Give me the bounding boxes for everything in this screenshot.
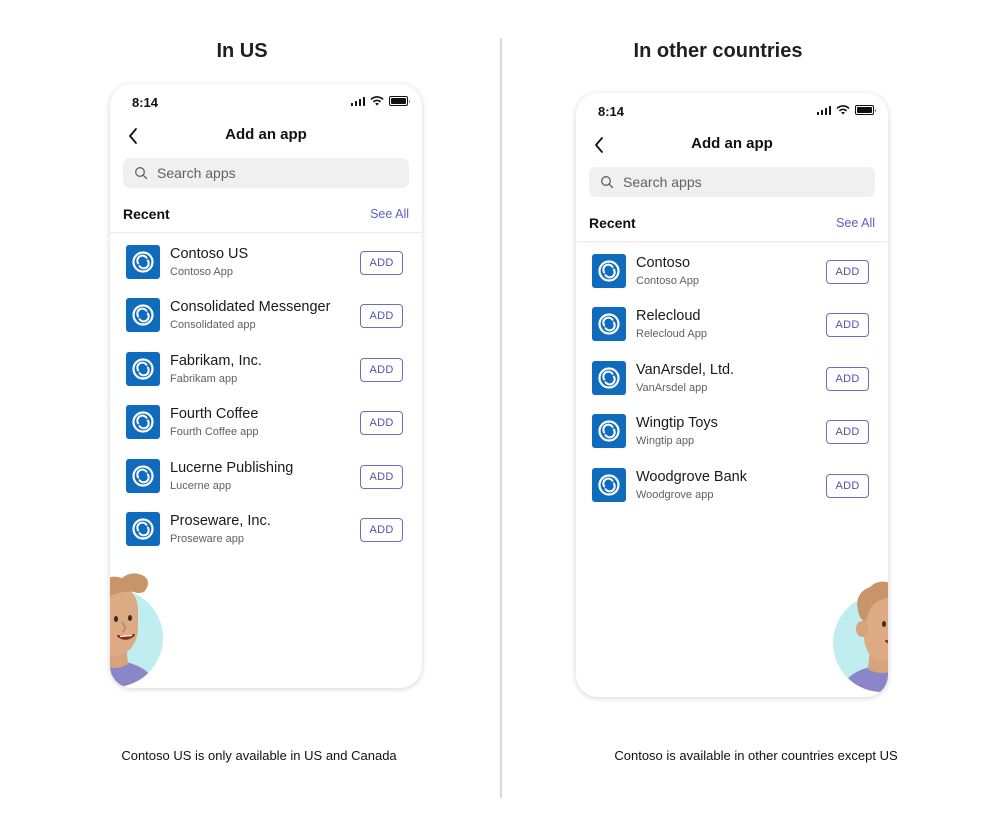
- app-subtitle: Contoso App: [636, 275, 699, 287]
- heading-us: In US: [216, 40, 268, 62]
- status-time: 8:14: [598, 104, 625, 119]
- app-logo-icon: [126, 458, 160, 493]
- search-icon: [135, 167, 148, 180]
- search-input[interactable]: [623, 174, 843, 190]
- recent-section-header: Recent See All: [576, 201, 888, 242]
- add-app-button[interactable]: ADD: [360, 411, 403, 436]
- app-list-item[interactable]: Proseware, Inc. Proseware app ADD: [110, 507, 422, 560]
- app-list-item[interactable]: Woodgrove Bank Woodgrove app ADD: [576, 463, 888, 516]
- status-bar: 8:14: [110, 84, 422, 118]
- cellular-signal-icon: [816, 105, 831, 115]
- app-name: Consolidated Messenger: [170, 299, 331, 316]
- app-list-item[interactable]: Lucerne Publishing Lucerne app ADD: [110, 454, 422, 507]
- app-logo-icon: [126, 511, 160, 546]
- status-icons: [816, 105, 876, 115]
- add-app-button[interactable]: ADD: [360, 464, 403, 489]
- search-icon: [601, 176, 614, 189]
- app-subtitle: Relecloud App: [636, 328, 707, 341]
- app-name: Wingtip Toys: [636, 415, 718, 432]
- search-input[interactable]: [157, 165, 377, 181]
- app-list: Contoso US Contoso App ADD Consolidated Mes…: [110, 233, 422, 560]
- app-logo-icon: [126, 405, 160, 440]
- recent-label: Recent: [123, 206, 170, 222]
- app-logo-icon: [592, 307, 626, 342]
- see-all-link[interactable]: See All: [370, 207, 409, 221]
- app-list-item[interactable]: Contoso Contoso App ADD: [576, 249, 888, 302]
- wifi-icon: [370, 96, 384, 106]
- app-name: Contoso US: [170, 246, 249, 262]
- status-icons: [350, 96, 410, 106]
- status-bar: 8:14: [576, 93, 888, 127]
- nav-bar: Add an app: [576, 127, 888, 167]
- app-name: Fourth Coffee: [170, 406, 259, 423]
- app-logo-icon: [126, 245, 160, 279]
- app-list-item[interactable]: Wingtip Toys Wingtip app ADD: [576, 409, 888, 462]
- app-subtitle: Consolidated app: [170, 319, 256, 332]
- battery-icon: [855, 105, 876, 115]
- phone-other-countries: 8:14 Add an app Recent See All ContosoCo…: [576, 93, 888, 697]
- app-logo-icon: [592, 254, 626, 288]
- wifi-icon: [836, 105, 850, 115]
- app-list-item[interactable]: Fourth Coffee Fourth Coffee app ADD: [110, 400, 422, 453]
- heading-other-countries: In other countries: [633, 40, 803, 62]
- add-app-button[interactable]: ADD: [360, 517, 403, 542]
- add-app-button[interactable]: ADD: [826, 420, 869, 445]
- app-logo-icon: [126, 351, 160, 386]
- app-subtitle: Fabrikam app: [170, 372, 238, 385]
- app-logo-icon: [126, 298, 160, 333]
- app-list-item[interactable]: Fabrikam, Inc. Fabrikam app ADD: [110, 347, 422, 400]
- page-title: Add an app: [691, 135, 773, 152]
- app-logo-icon: [592, 360, 626, 395]
- app-subtitle: Woodgrove app: [636, 488, 714, 501]
- caption-us: Contoso US is only available in US and C…: [121, 748, 397, 763]
- app-list-item[interactable]: Contoso US Contoso App ADD: [110, 240, 422, 293]
- search-box[interactable]: [123, 158, 409, 188]
- app-subtitle: Lucerne app: [170, 479, 232, 492]
- add-app-button[interactable]: ADD: [360, 304, 403, 329]
- app-list-item[interactable]: Consolidated Messenger Consolidated app AD…: [110, 293, 422, 346]
- add-app-button[interactable]: ADD: [826, 473, 869, 498]
- app-subtitle: Contoso App: [170, 266, 233, 278]
- battery-icon: [389, 96, 410, 106]
- add-app-button[interactable]: ADD: [360, 357, 403, 382]
- recent-label: Recent: [589, 215, 636, 231]
- user-avatar-illustration: [110, 573, 163, 687]
- app-logo-icon: [592, 467, 626, 502]
- user-avatar-illustration: [833, 581, 888, 692]
- app-list: Contoso Contoso App ADD Relecloud Relecloud …: [576, 242, 888, 516]
- app-list-item[interactable]: Relecloud Relecloud App ADD: [576, 302, 888, 355]
- status-time: 8:14: [132, 95, 159, 110]
- app-subtitle: VanArsdel app: [636, 381, 708, 394]
- app-name: Fabrikam, Inc.: [170, 352, 262, 369]
- page-title: Add an app: [225, 126, 307, 143]
- app-name: Relecloud: [636, 308, 701, 325]
- app-name: Proseware, Inc.: [170, 512, 271, 529]
- app-subtitle: Fourth Coffee app: [170, 426, 259, 439]
- add-app-button[interactable]: ADD: [826, 260, 869, 284]
- app-list-item[interactable]: VanArsdel, Ltd. VanArsdel app ADD: [576, 356, 888, 409]
- app-logo-icon: [592, 414, 626, 449]
- add-app-button[interactable]: ADD: [360, 251, 403, 275]
- app-name: Contoso: [636, 255, 691, 271]
- app-name: Woodgrove Bank: [636, 468, 747, 485]
- column-divider: [500, 38, 502, 798]
- recent-section-header: Recent See All: [110, 192, 422, 233]
- add-app-button[interactable]: ADD: [826, 313, 869, 338]
- app-name: Lucerne Publishing: [170, 459, 294, 476]
- app-subtitle: Wingtip app: [636, 435, 695, 448]
- caption-other-countries: Contoso is available in other countries …: [614, 748, 898, 763]
- add-app-button[interactable]: ADD: [826, 366, 869, 391]
- phone-us: 8:14 Add an app Recent See All Contoso U…: [110, 84, 422, 688]
- nav-bar: Add an app: [110, 118, 422, 158]
- app-name: VanArsdel, Ltd.: [636, 361, 735, 378]
- cellular-signal-icon: [350, 96, 365, 106]
- app-subtitle: Proseware app: [170, 532, 244, 545]
- search-box[interactable]: [589, 167, 875, 197]
- see-all-link[interactable]: See All: [836, 216, 875, 230]
